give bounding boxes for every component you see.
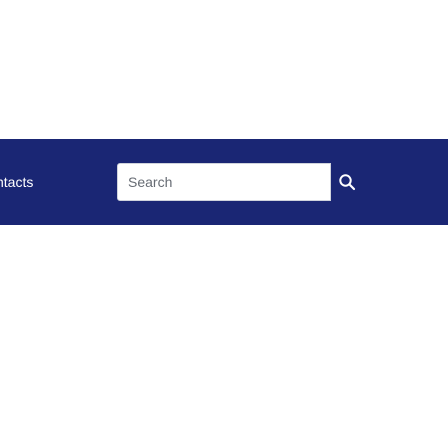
search-button[interactable]: [331, 163, 363, 201]
search-icon: [339, 174, 356, 191]
search-input[interactable]: [117, 163, 331, 201]
page: ntacts: [0, 0, 448, 448]
search-form: [117, 163, 363, 201]
nav-link-contacts[interactable]: ntacts: [0, 139, 60, 225]
navbar: ntacts: [0, 139, 448, 225]
